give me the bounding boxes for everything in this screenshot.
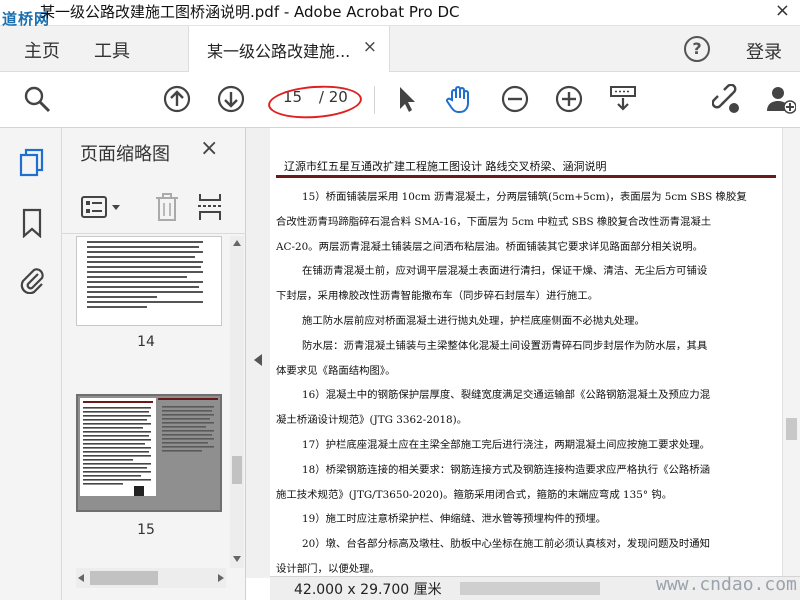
document-scroll-thumb[interactable] bbox=[786, 418, 797, 440]
window-close-icon[interactable]: × bbox=[775, 0, 790, 21]
attachment-icon[interactable] bbox=[18, 264, 46, 294]
menu-tools[interactable]: 工具 bbox=[94, 37, 130, 63]
select-arrow-icon[interactable] bbox=[392, 84, 422, 114]
toolbar: 15 / 20 bbox=[0, 72, 800, 128]
delete-page-icon[interactable] bbox=[154, 192, 180, 222]
thumbnail-list[interactable]: 14 15 bbox=[62, 236, 230, 568]
share-link-icon[interactable] bbox=[712, 84, 742, 114]
left-navigation-rail bbox=[0, 128, 62, 600]
menu-bar: 主页 工具 某一级公路改建施... × ? 登录 bbox=[0, 26, 800, 72]
search-icon[interactable] bbox=[22, 84, 52, 114]
close-panel-icon[interactable]: × bbox=[200, 136, 218, 161]
document-line: 体要求见《路面结构图》。 bbox=[276, 364, 396, 377]
document-header: 辽源市红五星互通改扩建工程施工图设计 路线交叉桥梁、涵洞说明 bbox=[284, 160, 607, 173]
scroll-left-arrow-icon[interactable] bbox=[78, 574, 84, 582]
page-15-preview bbox=[83, 401, 153, 485]
document-line: 16）混凝土中的钢筋保护层厚度、裂缝宽度满足交通运输部《公路钢筋混凝土及预应力混 bbox=[302, 389, 711, 402]
document-line: 17）护栏底座混凝土应在主梁全部施工完后进行浇注，两期混凝土间应按施工要求处理。 bbox=[302, 439, 711, 451]
scroll-up-arrow-icon[interactable] bbox=[233, 240, 241, 246]
page-15-right-preview bbox=[158, 398, 218, 452]
thumbnail-panel-title: 页面缩略图 bbox=[80, 144, 170, 165]
bookmark-icon[interactable] bbox=[18, 208, 46, 238]
page-14-preview bbox=[87, 241, 203, 308]
document-line: 设计部门，以便处理。 bbox=[276, 563, 380, 575]
document-line: 下封层，采用橡胶改性沥青智能撒布车（同步碎石封层车）进行施工。 bbox=[276, 290, 599, 303]
zoom-in-icon[interactable] bbox=[554, 84, 584, 114]
page-15-label: 15 bbox=[137, 522, 155, 538]
page-down-icon[interactable] bbox=[216, 84, 246, 114]
document-line: 20）墩、台各部分标高及墩柱、肋板中心坐标在施工前必须认真核对，发现问题及时通知 bbox=[302, 538, 711, 551]
zoom-out-icon[interactable] bbox=[500, 84, 530, 114]
insert-page-icon[interactable] bbox=[196, 192, 224, 222]
document-line: 施工防水层前应对桥面混凝土进行抛丸处理，护栏底座侧面不必抛丸处理。 bbox=[302, 315, 645, 327]
menu-home[interactable]: 主页 bbox=[24, 37, 60, 63]
document-line: AC-20。两层沥青混凝土铺装层之间洒布粘层油。桥面铺装其它要求详见路面部分相关… bbox=[276, 240, 704, 253]
document-hscroll-thumb[interactable] bbox=[460, 582, 600, 595]
login-button[interactable]: 登录 bbox=[746, 38, 782, 64]
close-tab-icon[interactable]: × bbox=[363, 37, 377, 57]
window-title: 某一级公路改建施工图桥涵说明.pdf - Adobe Acrobat Pro D… bbox=[40, 3, 460, 21]
red-annotation-ellipse bbox=[266, 82, 364, 122]
title-bar: 道桥网 某一级公路改建施工图桥涵说明.pdf - Adobe Acrobat P… bbox=[0, 0, 800, 28]
toolbar-divider bbox=[374, 86, 375, 114]
panel-collapse-handle[interactable] bbox=[246, 128, 270, 578]
thumbnail-panel: 页面缩略图 × 14 15 bbox=[62, 128, 246, 600]
thumbnail-toolbar bbox=[62, 182, 246, 234]
thumbnail-horizontal-scrollbar[interactable] bbox=[76, 568, 226, 588]
thumbnail-vertical-scrollbar[interactable] bbox=[230, 236, 244, 568]
document-vertical-scrollbar[interactable] bbox=[782, 128, 800, 576]
collapse-arrow-icon[interactable] bbox=[254, 354, 262, 366]
page-thumbnail-15[interactable] bbox=[76, 394, 222, 512]
hand-tool-icon[interactable] bbox=[444, 84, 474, 114]
document-viewer[interactable]: 辽源市红五星互通改扩建工程施工图设计 路线交叉桥梁、涵洞说明 15）桥面铺装层采… bbox=[270, 128, 782, 576]
header-rule bbox=[276, 175, 776, 178]
document-line: 19）施工时应注意桥梁护栏、伸缩缝、泄水管等预埋构件的预埋。 bbox=[302, 513, 607, 526]
document-line: 在铺沥青混凝土前，应对调平层混凝土表面进行清扫，保证干燥、清洁、无尘后方可铺设 bbox=[302, 265, 708, 278]
page-15-visible-region bbox=[80, 398, 156, 496]
document-line: 施工技术规范》(JTG/T3650-2020)。箍筋采用闭合式，箍筋的末端应弯成… bbox=[276, 488, 673, 501]
scroll-right-arrow-icon[interactable] bbox=[218, 574, 224, 582]
scroll-down-arrow-icon[interactable] bbox=[233, 556, 241, 562]
help-icon[interactable]: ? bbox=[684, 36, 710, 62]
page-display-icon[interactable] bbox=[608, 84, 638, 114]
thumbnail-options-icon[interactable] bbox=[80, 194, 124, 220]
page-15-marker-icon bbox=[134, 486, 144, 496]
page-14-label: 14 bbox=[137, 334, 155, 350]
thumbnail-scroll-thumb[interactable] bbox=[232, 456, 242, 484]
add-user-icon[interactable] bbox=[766, 84, 796, 114]
page-thumbnails-icon[interactable] bbox=[18, 148, 46, 178]
document-line: 合改性沥青玛蹄脂碎石混合料 SMA-16，下面层为 5cm 中粒式 SBS 橡胶… bbox=[276, 215, 712, 228]
document-tab-label: 某一级公路改建施... bbox=[207, 42, 351, 61]
page-up-icon[interactable] bbox=[162, 84, 192, 114]
document-line: 防水层：沥青混凝土铺装与主梁整体化混凝土间设置沥青碎石同步封层作为防水层，其具 bbox=[302, 339, 708, 352]
document-line: 18）桥梁钢筋连接的相关要求：钢筋连接方式及钢筋连接构造要求应严格执行《公路桥涵 bbox=[302, 463, 711, 476]
page-size: 42.000 x 29.700 厘米 bbox=[294, 582, 442, 598]
document-tab[interactable]: 某一级公路改建施... × bbox=[188, 26, 390, 72]
site-watermark: www.cndao.com bbox=[656, 574, 797, 595]
page-thumbnail-14[interactable] bbox=[76, 236, 222, 326]
document-line: 凝土桥涵设计规范》(JTG 3362-2018)。 bbox=[276, 414, 468, 427]
document-line: 15）桥面铺装层采用 10cm 沥青混凝土，分两层铺筑(5cm+5cm)，表面层… bbox=[302, 191, 747, 203]
thumbnail-hscroll-thumb[interactable] bbox=[90, 571, 158, 585]
